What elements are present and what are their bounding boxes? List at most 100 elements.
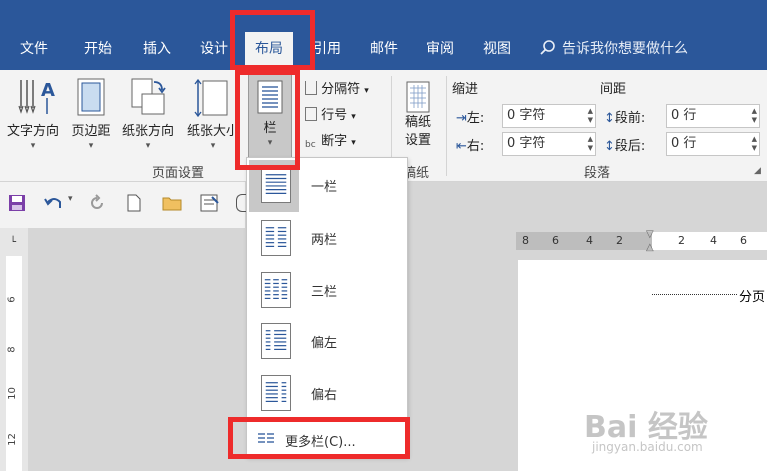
breaks-label: 分隔符 (321, 82, 361, 97)
text-direction-label: 文字方向 (6, 124, 59, 139)
indent-left-icon: ⇥ (456, 111, 467, 126)
space-after-input[interactable]: 0 行 ▲ ▼ (666, 132, 760, 156)
page-break-line (652, 294, 737, 295)
watermark-url: jingyan.baidu.com (592, 440, 703, 454)
ribbon-tab-bar: 文件 开始 插入 设计 布局 引用 邮件 审阅 视图 告诉我你想要做什么 (0, 0, 767, 70)
tab-insert[interactable]: 插入 (143, 38, 171, 60)
highlight-layout-tab (230, 10, 315, 70)
chevron-down-icon[interactable]: ▾ (68, 194, 73, 204)
columns-option-right[interactable]: 偏右 (247, 368, 407, 418)
space-before-icon: ↕ (604, 111, 615, 126)
paragraph-group-label: 段落 (584, 166, 611, 181)
manuscript-settings-label-2: 设置 (404, 133, 431, 148)
space-before-label: ↕段前: (604, 111, 646, 126)
tab-references[interactable]: 引用 (313, 38, 341, 60)
line-numbers-button[interactable]: 行号 ▾ (305, 104, 356, 123)
chevron-down-icon: ▾ (145, 141, 151, 151)
page-break-text: 分页 (739, 290, 766, 305)
spinner-arrows-icon[interactable]: ▲ ▼ (588, 135, 593, 153)
ruler-margin (516, 232, 652, 250)
orientation-icon (131, 78, 166, 115)
size-label: 纸张大小 (186, 124, 239, 139)
spacing-title: 间距 (600, 82, 627, 97)
ruler-tick: 2 (616, 234, 623, 247)
horizontal-ruler: 8 6 4 2 ▽ △ 2 4 6 (516, 229, 767, 253)
indent-right-input[interactable]: 0 字符 ▲ ▼ (502, 132, 596, 156)
columns-option-left[interactable]: 偏左 (247, 316, 407, 366)
margins-button[interactable]: 页边距 ▾ (66, 76, 116, 151)
ruler-tick: 6 (740, 234, 747, 247)
undo-icon[interactable] (44, 194, 64, 212)
spinner-arrows-icon[interactable]: ▲ ▼ (752, 107, 757, 125)
indent-right-label: ⇤右: (456, 139, 485, 154)
chevron-down-icon: ▾ (88, 141, 94, 151)
manuscript-settings-label-1: 稿纸 (404, 115, 431, 130)
tab-design[interactable]: 设计 (200, 38, 228, 60)
one-column-icon (261, 167, 291, 203)
three-columns-icon (261, 272, 291, 308)
tab-view[interactable]: 视图 (483, 38, 511, 60)
columns-option-label: 偏左 (311, 336, 338, 351)
tab-selector[interactable]: └ (6, 236, 20, 250)
ruler-tick: 4 (586, 234, 593, 247)
redo-icon[interactable] (88, 194, 106, 212)
chevron-down-icon: ▾ (351, 138, 356, 148)
manuscript-settings-button[interactable]: 稿纸 设置 (396, 80, 440, 150)
columns-option-label: 两栏 (311, 233, 338, 248)
indent-title: 缩进 (452, 82, 479, 97)
chevron-down-icon: ▾ (364, 86, 369, 96)
indent-left-label: ⇥左: (456, 111, 485, 126)
ruler-tick: 4 (710, 234, 717, 247)
dialog-launcher-icon[interactable]: ◢ (754, 166, 761, 176)
group-divider (446, 76, 447, 176)
line-numbers-icon (305, 107, 317, 121)
quick-access-toolbar: ▾ (0, 182, 246, 228)
tell-me-box[interactable]: 告诉我你想要做什么 (540, 38, 688, 60)
indent-marker-icon[interactable]: △ (646, 242, 654, 253)
print-layout-icon[interactable] (200, 194, 220, 212)
space-after-label: ↕段后: (604, 139, 646, 154)
hyphenation-icon: bc (305, 140, 316, 150)
chevron-down-icon: ▾ (30, 141, 36, 151)
columns-option-label: 三栏 (311, 285, 338, 300)
left-column-icon (261, 323, 291, 359)
space-before-input[interactable]: 0 行 ▲ ▼ (666, 104, 760, 128)
highlight-columns-button (235, 70, 300, 170)
columns-option-label: 偏右 (311, 388, 338, 403)
vertical-ruler: └ 6 8 10 12 (0, 228, 28, 471)
tab-review[interactable]: 审阅 (426, 38, 454, 60)
spinner-arrows-icon[interactable]: ▲ ▼ (588, 107, 593, 125)
new-document-icon[interactable] (126, 194, 142, 212)
ruler-tick: 6 (6, 296, 18, 303)
indent-right-icon: ⇤ (456, 139, 467, 154)
space-after-icon: ↕ (604, 139, 615, 154)
columns-option-two[interactable]: 两栏 (247, 213, 407, 263)
breaks-button[interactable]: 分隔符 ▾ (305, 78, 369, 97)
ruler-tick: 10 (6, 387, 18, 400)
indent-left-input[interactable]: 0 字符 ▲ ▼ (502, 104, 596, 128)
tell-me-text: 告诉我你想要做什么 (562, 41, 688, 57)
hyphenation-button[interactable]: bc 断字 ▾ (305, 130, 356, 154)
ruler-tick: 8 (522, 234, 529, 247)
svg-text:A: A (41, 80, 55, 101)
columns-option-label: 一栏 (311, 180, 338, 195)
tab-home[interactable]: 开始 (84, 38, 112, 60)
columns-option-three[interactable]: 三栏 (247, 265, 407, 315)
ruler-tick: 6 (552, 234, 559, 247)
spinner-arrows-icon[interactable]: ▲ ▼ (752, 135, 757, 153)
indent-marker-icon[interactable]: ▽ (646, 229, 654, 240)
page-setup-group-label: 页面设置 (152, 166, 205, 181)
chevron-down-icon: ▾ (351, 112, 356, 122)
ruler-tick: 2 (678, 234, 685, 247)
text-direction-icon: A (18, 80, 55, 114)
tab-file[interactable]: 文件 (20, 38, 48, 60)
save-icon[interactable] (8, 194, 26, 212)
text-direction-button[interactable]: A 文字方向 ▾ (2, 76, 64, 151)
highlight-more-columns (228, 417, 410, 459)
search-icon (540, 40, 555, 55)
more-icon[interactable] (236, 194, 246, 212)
open-folder-icon[interactable] (162, 194, 182, 212)
tab-mailings[interactable]: 邮件 (370, 38, 398, 60)
right-column-icon (261, 375, 291, 411)
orientation-button[interactable]: 纸张方向 ▾ (117, 76, 179, 151)
